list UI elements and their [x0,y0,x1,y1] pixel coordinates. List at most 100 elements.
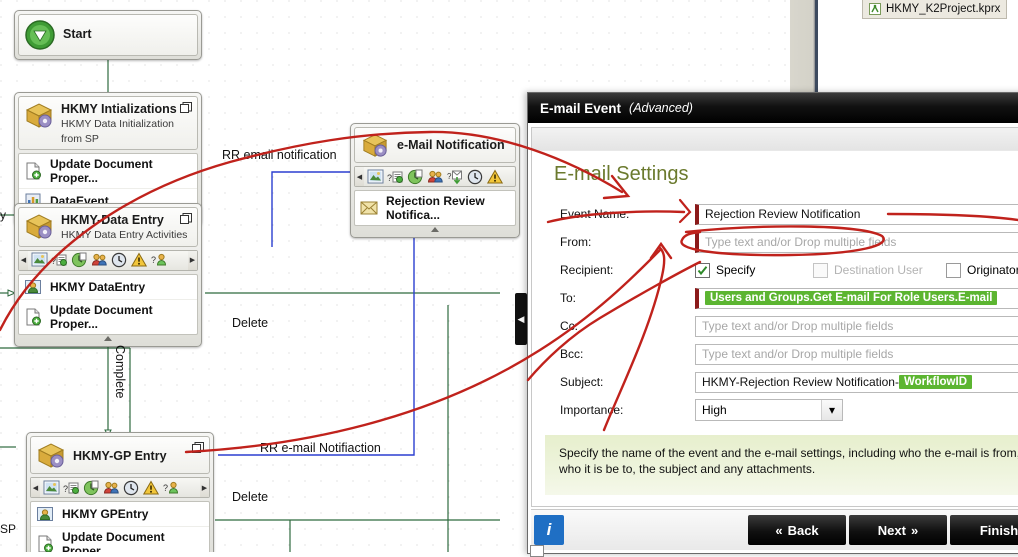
node-item[interactable]: Rejection Review Notifica... [355,191,515,225]
info-button[interactable]: i [534,515,564,545]
node-event-toolbar[interactable]: ◀ ? ? ▶ [18,249,198,271]
clock-icon[interactable] [123,480,140,496]
warning-icon[interactable] [142,479,160,496]
image-event-icon[interactable] [31,252,48,268]
panel-collapse-handle[interactable]: ◀ [515,293,527,345]
image-event-icon[interactable] [367,169,384,185]
warning-icon[interactable] [130,252,148,268]
client-event-icon[interactable] [427,169,444,185]
mail-icon [360,200,378,216]
process-event-icon[interactable] [71,252,88,268]
dialog-body: E-mail Settings Event Name: Rejection Re… [531,127,1018,507]
node-header[interactable]: e-Mail Notification [354,127,516,163]
field-row-subject: Subject: HKMY-Rejection Review Notificat… [532,368,1018,396]
from-input[interactable]: Type text and/or Drop multiple fields [695,231,1018,253]
recipient-option-specify[interactable]: Specify [695,262,813,278]
node-item[interactable]: HKMY GPEntry [31,502,209,526]
user-question-icon[interactable]: ? [151,252,168,268]
toolbar-scroll-left-icon[interactable]: ◀ [355,167,364,186]
node-event-toolbar[interactable]: ◀ ? ? ▶ [30,477,210,498]
checkbox-originator[interactable] [946,262,961,278]
file-tab-hkmy-k2project[interactable]: HKMY_K2Project.kprx [862,0,1008,19]
subject-label: Subject: [560,375,604,389]
workflow-node-start[interactable]: Start [14,10,202,60]
svg-text:?: ? [387,173,392,183]
toolbar-scroll-right-icon[interactable]: ▶ [188,250,197,270]
mail-drop-icon[interactable]: ? [447,169,464,185]
subject-input[interactable]: HKMY-Rejection Review Notification- Work… [695,371,1018,393]
event-name-input[interactable]: Rejection Review Notification [695,203,1018,225]
workflow-node-hkmy-gp-entry[interactable]: HKMY-GP Entry ◀ ? ? ▶ HKMY GPEntry Updat… [26,432,214,552]
node-header[interactable]: HKMY Intializations HKMY Data Initializa… [18,96,198,150]
image-event-icon[interactable] [43,480,60,496]
workflow-node-email-notification[interactable]: e-Mail Notification ◀ ? ? Rejection Revi… [350,123,520,238]
client-event-icon[interactable] [91,252,108,268]
activity-box-gear-icon [36,441,66,469]
email-event-dialog[interactable]: E-mail Event (Advanced) E-mail Settings … [527,92,1018,554]
server-event-icon[interactable]: ? [63,480,80,496]
node-header[interactable]: HKMY-Data Entry HKMY Data Entry Activiti… [18,207,198,247]
checkbox-destination-user[interactable] [813,262,828,278]
cc-input[interactable]: Type text and/or Drop multiple fields [695,315,1018,337]
workflow-node-hkmy-data-entry[interactable]: HKMY-Data Entry HKMY Data Entry Activiti… [14,203,202,347]
process-event-icon[interactable] [83,480,100,496]
toolbar-scroll-right-icon[interactable]: ▶ [200,478,209,497]
chevron-down-icon[interactable]: ▾ [821,400,842,420]
node-item-list: Rejection Review Notifica... [354,190,516,226]
checkbox-specify[interactable] [695,262,710,278]
expand-icon[interactable] [180,213,192,225]
expand-icon[interactable] [180,102,192,114]
to-input[interactable]: Users and Groups.Get E-mail For Role Use… [695,287,1018,309]
importance-label: Importance: [560,403,624,417]
activity-box-gear-icon [24,101,54,129]
back-button[interactable]: « Back [748,515,846,545]
dialog-nav-buttons: « Back Next » Finish [748,515,1018,545]
svg-text:?: ? [151,255,156,265]
field-row-to: To: Users and Groups.Get E-mail For Role… [532,284,1018,312]
clock-icon[interactable] [111,252,128,268]
node-item[interactable]: Update Document Proper... [31,526,209,552]
finish-button[interactable]: Finish [950,515,1018,545]
subject-token[interactable]: WorkflowID [898,375,973,389]
node-subtitle: HKMY Data Entry Activities [61,229,188,241]
dialog-title-bar: E-mail Event (Advanced) [528,93,1018,123]
toolbar-scroll-left-icon[interactable]: ◀ [19,250,28,270]
from-label: From: [560,235,592,249]
node-header[interactable]: HKMY-GP Entry [30,436,210,474]
recipient-option-originator[interactable]: Originator [946,262,1018,278]
subject-text: HKMY-Rejection Review Notification- [702,375,899,389]
toolbar-scroll-left-icon[interactable]: ◀ [31,478,40,497]
node-item-list: HKMY DataEntry Update Document Proper... [18,273,198,335]
k2-project-icon [869,3,881,15]
user-question-icon[interactable]: ? [163,480,180,496]
node-item-label: Rejection Review Notifica... [386,194,485,222]
warning-icon[interactable] [486,168,504,185]
expand-icon[interactable] [192,442,204,454]
node-header[interactable]: Start [18,14,198,56]
to-label: To: [560,291,577,305]
client-event-icon[interactable] [103,480,120,496]
importance-select[interactable]: High ▾ [695,399,843,421]
recipient-option-destination-user[interactable]: Destination User [813,262,946,278]
activity-box-gear-icon [360,132,390,158]
node-item[interactable]: HKMY DataEntry [19,275,197,299]
node-item[interactable]: Update Document Proper... [19,298,197,334]
process-event-icon[interactable] [407,169,424,185]
recipient-option-label: Originator [967,263,1018,277]
status-indicator-box [530,545,544,557]
document-update-icon [24,162,42,180]
recipient-option-label: Destination User [834,263,923,277]
back-chevron-icon: « [775,522,783,538]
to-token[interactable]: Users and Groups.Get E-mail For Role Use… [705,291,998,305]
bcc-input[interactable]: Type text and/or Drop multiple fields [695,343,1018,365]
dialog-top-band [532,128,1018,151]
server-event-icon[interactable]: ? [387,169,404,185]
server-event-icon[interactable]: ? [51,252,68,268]
node-item[interactable]: Update Document Proper... [19,154,197,188]
recipient-label: Recipient: [560,263,614,277]
next-button[interactable]: Next » [849,515,947,545]
node-event-toolbar[interactable]: ◀ ? ? [354,166,516,187]
clock-icon[interactable] [467,169,484,185]
node-item-label: HKMY GPEntry [62,507,149,521]
svg-text:?: ? [447,172,452,181]
